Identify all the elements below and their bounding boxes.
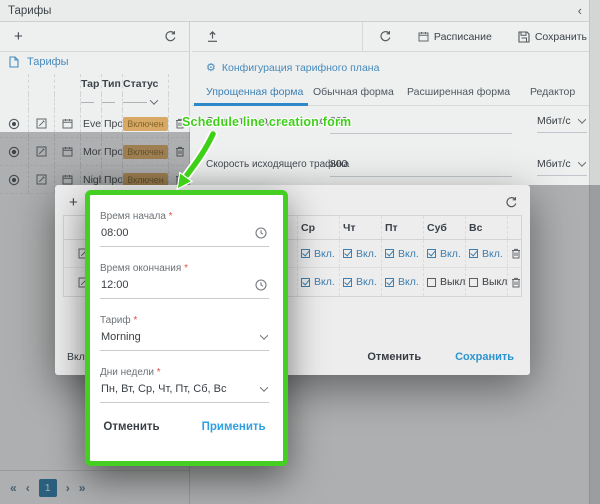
day-toggle-on[interactable]: Вкл. [381,268,423,296]
modal-apply-button[interactable]: Применить [202,421,266,433]
day-toggle-on[interactable]: Вкл. [297,268,339,296]
modal-cancel-button[interactable]: Отменить [103,421,159,433]
chevron-down-icon [260,331,268,339]
day-toggle-on[interactable]: Вкл. [339,240,381,267]
schedule-line-creation-form: Время начала * 08:00 Время окончания * 12:0… [85,190,288,466]
day-column-header: Суб [423,216,465,239]
day-toggle-on[interactable]: Вкл. [297,240,339,267]
form-field: Время начала * 08:00 [100,211,269,247]
refresh-icon[interactable] [505,196,518,209]
delete-icon[interactable] [507,240,523,267]
day-toggle-on[interactable]: Вкл. [423,240,465,267]
day-column-header: Чт [339,216,381,239]
day-toggle-off[interactable]: Выкл. [423,268,465,296]
field-value: Morning [101,331,141,343]
select-input[interactable]: Morning [100,331,269,351]
day-column-header: Ср [297,216,339,239]
form-field: Время окончания * 12:00 [100,263,269,299]
modal-fields: Время начала * 08:00 Время окончания * 12:0… [90,195,283,445]
clock-icon[interactable] [255,227,267,239]
day-column-header: Пт [381,216,423,239]
day-toggle-on[interactable]: Вкл. [465,240,507,267]
field-label: Время начала * [100,211,269,222]
annotation-arrow [172,131,224,191]
select-input[interactable]: Пн, Вт, Ср, Чт, Пт, Сб, Вс [100,383,269,403]
day-toggle-on[interactable]: Вкл. [339,268,381,296]
form-field: Тариф * Morning [100,315,269,351]
chevron-down-icon [260,383,268,391]
day-toggle-on[interactable]: Вкл. [381,240,423,267]
field-value: 08:00 [101,227,129,239]
field-label: Дни недели * [100,367,269,378]
clock-icon[interactable] [255,279,267,291]
schedule-save-button[interactable]: Сохранить [455,351,514,363]
field-label: Время окончания * [100,263,269,274]
annotation-label: Schedule line creation form [182,115,351,129]
add-schedule-line-button[interactable]: + [69,195,78,210]
form-field: Дни недели * Пн, Вт, Ср, Чт, Пт, Сб, Вс [100,367,269,403]
day-toggle-off[interactable]: Выкл. [465,268,507,296]
field-value: 12:00 [101,279,129,291]
modal-actions: Отменить Применить [100,421,269,433]
field-label: Тариф * [100,315,269,326]
time-input[interactable]: 08:00 [100,227,269,247]
day-column-header: Вс [465,216,507,239]
schedule-cancel-button[interactable]: Отменить [367,351,421,363]
time-input[interactable]: 12:00 [100,279,269,299]
field-value: Пн, Вт, Ср, Чт, Пт, Сб, Вс [101,383,226,395]
delete-icon[interactable] [507,268,523,296]
